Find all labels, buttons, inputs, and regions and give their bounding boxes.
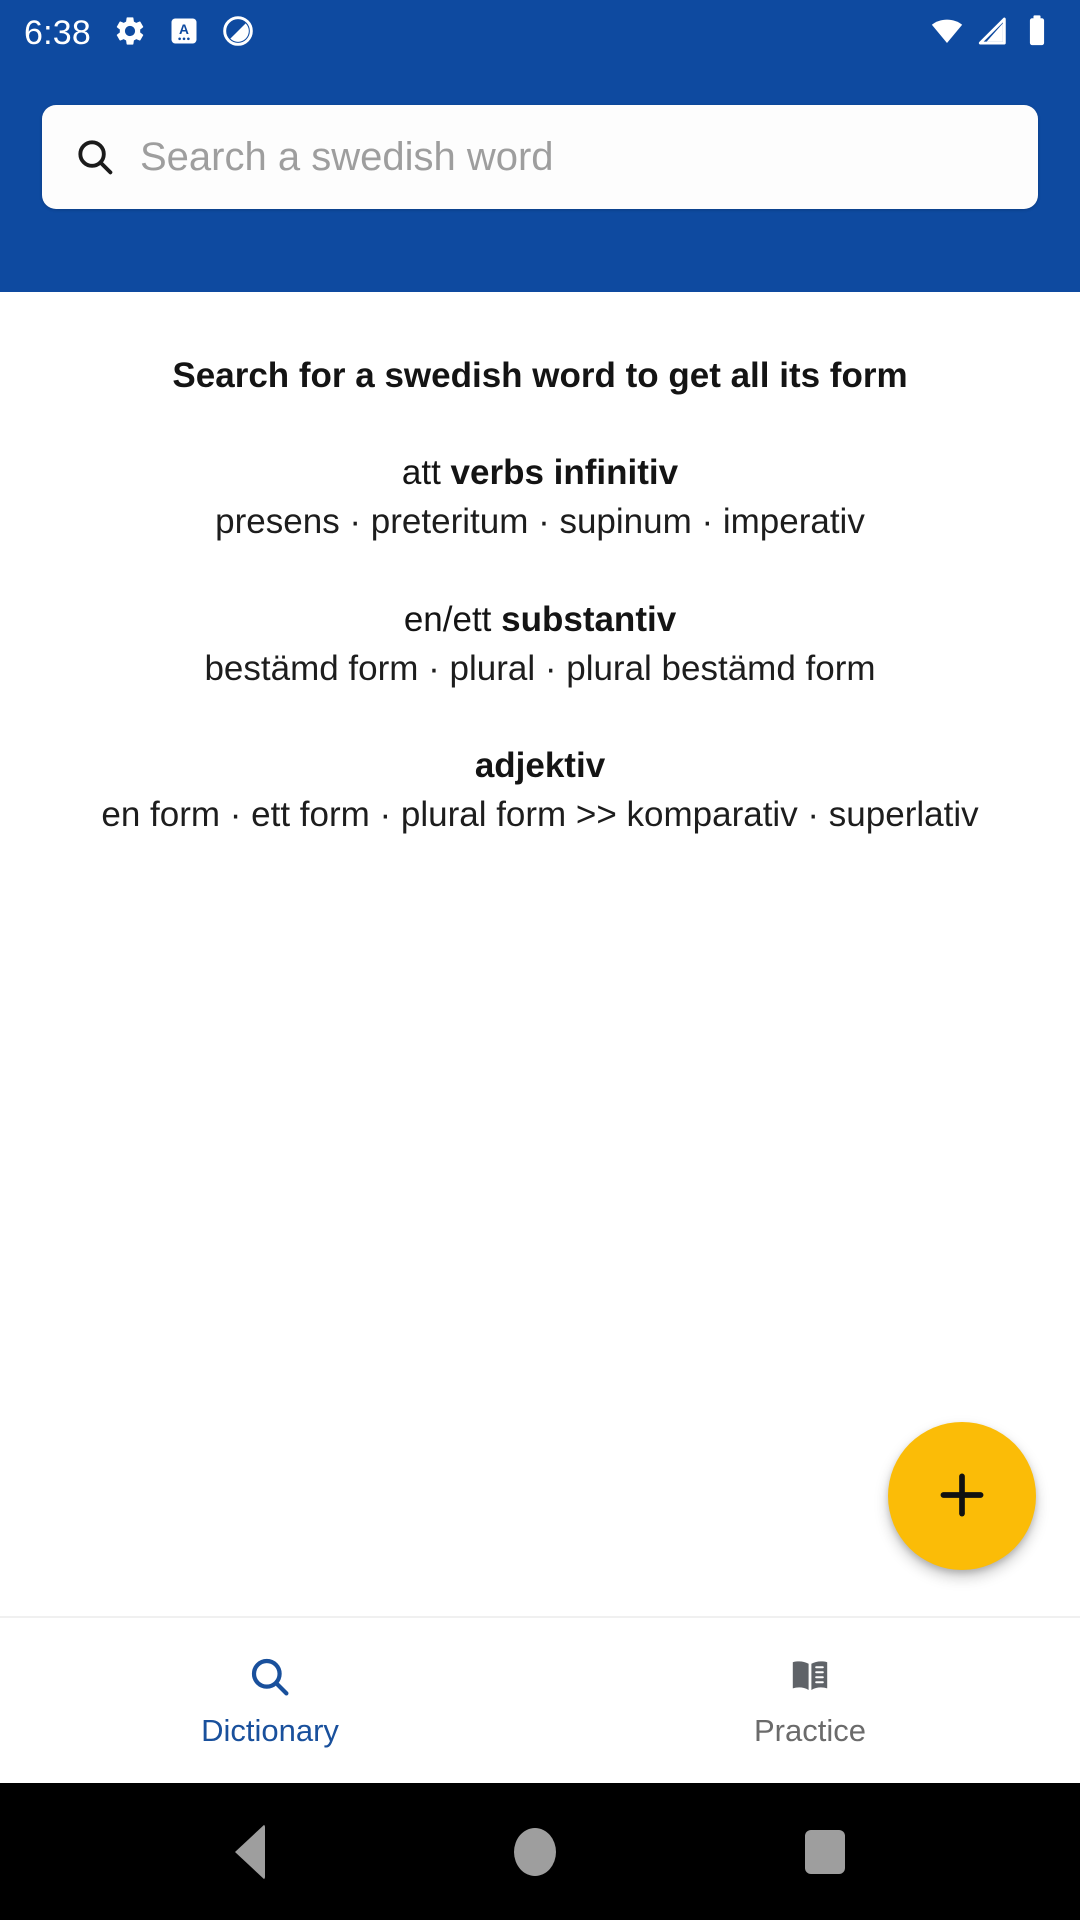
word-group-verbs: att verbs infinitiv presens · preteritum… (0, 450, 1080, 545)
main-content: Search for a swedish word to get all its… (0, 292, 1080, 1616)
bottom-navigation: Dictionary Practice (0, 1616, 1080, 1783)
page-title: Search for a swedish word to get all its… (172, 356, 908, 395)
word-group-nouns-lead: en/ett (403, 600, 502, 640)
word-group-verbs-key: verbs infinitiv (450, 452, 679, 492)
nav-item-practice[interactable]: Practice (540, 1618, 1080, 1783)
recents-square-icon (805, 1829, 846, 1874)
word-group-adjectives: adjektiv en form · ett form · plural for… (0, 743, 1080, 838)
system-home-button[interactable] (513, 1827, 556, 1876)
a-badge-icon: A (169, 16, 199, 51)
word-group-adjectives-heading: adjektiv (28, 743, 1052, 789)
word-group-adjectives-key: adjektiv (474, 745, 606, 785)
word-group-nouns-forms: bestämd form · plural · plural bestämd f… (204, 649, 876, 689)
status-clock: 6:38 (24, 14, 91, 52)
back-triangle-icon (234, 1823, 265, 1880)
word-group-adjectives-forms: en form · ett form · plural form >> komp… (101, 794, 979, 834)
search-icon (72, 134, 118, 180)
status-bar: 6:38 A (0, 0, 1080, 66)
add-word-fab[interactable] (888, 1422, 1036, 1570)
word-group-nouns-key: substantiv (501, 600, 677, 640)
word-group-nouns-heading: en/ett substantiv (28, 597, 1052, 643)
plus-icon (931, 1464, 993, 1529)
app-bar: 6:38 A (0, 0, 1080, 292)
circle-slash-icon (221, 14, 255, 53)
wifi-icon (930, 14, 964, 53)
search-bar[interactable] (42, 105, 1038, 209)
word-group-verbs-heading: att verbs infinitiv (28, 450, 1052, 496)
cellular-signal-icon (976, 14, 1010, 53)
system-recents-button[interactable] (805, 1829, 846, 1874)
app-screen: 6:38 A Search a swedish word Search for … (0, 0, 1080, 1920)
word-group-nouns: en/ett substantiv bestämd form · plural … (0, 597, 1080, 692)
nav-item-dictionary-label: Dictionary (201, 1713, 339, 1748)
nav-item-dictionary[interactable]: Dictionary (0, 1618, 540, 1783)
nav-item-practice-label: Practice (754, 1713, 866, 1748)
battery-icon (1022, 14, 1052, 53)
book-icon (786, 1651, 834, 1703)
search-input[interactable] (140, 105, 1008, 209)
system-navigation-bar (0, 1783, 1080, 1920)
search-icon (246, 1651, 294, 1703)
system-back-button[interactable] (234, 1823, 265, 1880)
home-circle-icon (513, 1827, 556, 1876)
status-bar-right (930, 14, 1052, 53)
svg-text:A: A (179, 22, 189, 37)
word-group-verbs-forms: presens · preteritum · supinum · imperat… (215, 501, 865, 541)
status-bar-left: 6:38 A (24, 14, 255, 53)
gear-icon (113, 14, 147, 53)
word-group-verbs-lead: att (401, 452, 451, 492)
